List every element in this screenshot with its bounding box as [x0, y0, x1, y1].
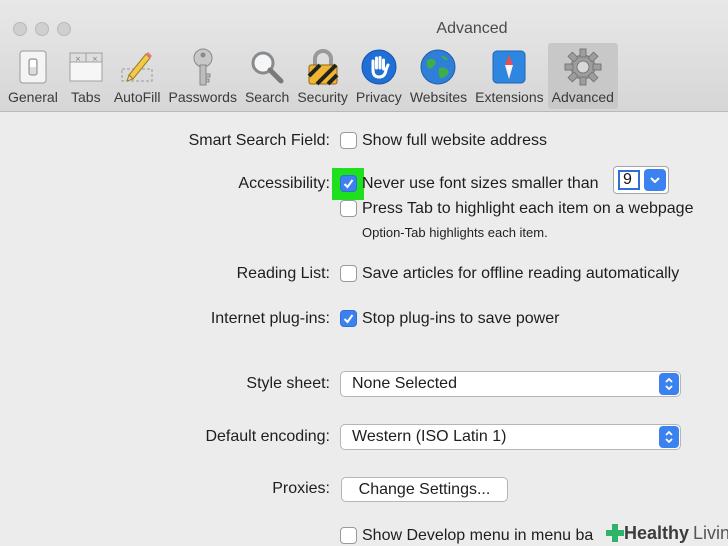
lock-icon: [303, 47, 343, 87]
tab-advanced[interactable]: Advanced: [547, 43, 618, 109]
key-icon: [183, 47, 223, 87]
general-switch-icon: [13, 47, 53, 87]
tab-highlight-checkbox[interactable]: [340, 200, 357, 217]
offline-reading-option[interactable]: Save articles for offline reading automa…: [362, 265, 679, 283]
watermark: Healthy Living: [600, 520, 728, 546]
encoding-label: Default encoding:: [205, 428, 330, 445]
tab-general[interactable]: General: [4, 43, 62, 109]
smart-search-label: Smart Search Field:: [188, 132, 330, 149]
proxies-label: Proxies:: [272, 480, 330, 497]
checkmark-icon: [343, 179, 354, 189]
watermark-brand: Healthy: [624, 522, 690, 543]
chevron-down-icon: [644, 169, 666, 191]
plugins-row: Internet plug-ins: Stop plug-ins to save…: [0, 307, 728, 331]
stop-plugins-checkbox[interactable]: [340, 310, 357, 327]
reading-list-row: Reading List: Save articles for offline …: [0, 262, 728, 286]
min-font-size-checkbox[interactable]: [340, 175, 357, 192]
svg-text:×: ×: [75, 55, 81, 63]
tab-tabs[interactable]: × × Tabs: [62, 43, 110, 109]
offline-reading-checkbox[interactable]: [340, 265, 357, 282]
stop-plugins-option[interactable]: Stop plug-ins to save power: [362, 310, 559, 328]
tab-privacy[interactable]: Privacy: [352, 43, 406, 109]
smart-search-row: Smart Search Field: Show full website ad…: [0, 129, 728, 153]
tab-security[interactable]: Security: [293, 43, 352, 109]
tab-autofill[interactable]: AutoFill: [110, 43, 165, 109]
tabs-icon: × ×: [66, 47, 106, 87]
title-bar: Advanced General × × Tabs AutoFill Passwo…: [0, 0, 728, 112]
watermark-brand-suffix: Living: [693, 522, 728, 543]
tab-search-label: Search: [244, 89, 290, 105]
globe-icon: [418, 47, 458, 87]
cross-logo-icon: [606, 524, 624, 542]
encoding-select[interactable]: Western (ISO Latin 1): [340, 424, 681, 450]
min-font-size-option[interactable]: Never use font sizes smaller than: [362, 175, 599, 193]
plugins-label: Internet plug-ins:: [210, 310, 330, 327]
style-sheet-label: Style sheet:: [246, 375, 330, 392]
tab-general-label: General: [8, 89, 58, 105]
tab-tabs-label: Tabs: [71, 89, 101, 105]
tab-extensions-label: Extensions: [475, 89, 544, 105]
tab-search[interactable]: Search: [241, 43, 293, 109]
window-title: Advanced: [436, 20, 508, 37]
tab-passwords[interactable]: Passwords: [165, 43, 241, 109]
accessibility-label: Accessibility:: [238, 175, 330, 192]
show-full-address-option[interactable]: Show full website address: [362, 132, 547, 150]
tab-websites[interactable]: Websites: [406, 43, 471, 109]
reading-list-label: Reading List:: [236, 265, 330, 282]
develop-menu-checkbox[interactable]: [340, 527, 357, 544]
hand-icon: [359, 47, 399, 87]
change-settings-button[interactable]: Change Settings...: [341, 477, 508, 502]
updown-chevron-icon: [659, 426, 679, 448]
tab-autofill-label: AutoFill: [113, 89, 161, 105]
style-sheet-select[interactable]: None Selected: [340, 371, 681, 397]
tab-highlight-hint: Option-Tab highlights each item.: [362, 225, 548, 240]
pencil-icon: [117, 47, 157, 87]
checkmark-icon: [343, 314, 354, 324]
gear-icon: [563, 47, 603, 87]
style-sheet-value: None Selected: [352, 375, 457, 392]
develop-menu-option[interactable]: Show Develop menu in menu ba: [362, 527, 593, 545]
tab-websites-label: Websites: [409, 89, 468, 105]
tab-extensions[interactable]: Extensions: [471, 43, 547, 109]
tab-passwords-label: Passwords: [168, 89, 237, 105]
show-full-address-checkbox[interactable]: [340, 132, 357, 149]
font-size-select[interactable]: 9: [613, 166, 669, 194]
font-size-value: 9: [618, 170, 640, 190]
svg-text:×: ×: [92, 55, 98, 63]
tab-advanced-label: Advanced: [551, 89, 614, 105]
encoding-value: Western (ISO Latin 1): [352, 428, 507, 445]
updown-chevron-icon: [659, 373, 679, 395]
tab-security-label: Security: [297, 89, 348, 105]
tab-hint-row: Option-Tab highlights each item.: [0, 222, 728, 246]
tab-highlight-row: Press Tab to highlight each item on a we…: [0, 197, 728, 221]
puzzle-icon: [489, 47, 529, 87]
tab-highlight-option[interactable]: Press Tab to highlight each item on a we…: [362, 200, 693, 218]
tab-privacy-label: Privacy: [355, 89, 402, 105]
preferences-toolbar: General × × Tabs AutoFill Passwords Searc…: [4, 43, 618, 109]
search-icon: [247, 47, 287, 87]
